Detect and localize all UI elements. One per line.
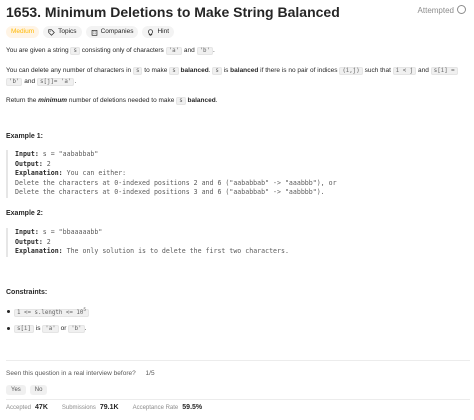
problem-title[interactable]: 1653. Minimum Deletions to Make String B… bbox=[6, 4, 340, 20]
output-value: 2 bbox=[42, 237, 51, 246]
inline-code: s bbox=[176, 97, 186, 105]
yes-button[interactable]: Yes bbox=[6, 385, 26, 395]
example-2-heading: Example 2: bbox=[6, 210, 43, 217]
inline-code: s bbox=[212, 67, 222, 75]
difficulty-badge: Medium bbox=[6, 26, 40, 38]
output-label: Output: bbox=[15, 159, 43, 168]
text: is bbox=[35, 324, 41, 332]
inline-code: s bbox=[70, 47, 80, 55]
survey-progress: 1/5 bbox=[145, 370, 155, 377]
inline-code: s bbox=[132, 67, 143, 75]
input-label: Input: bbox=[15, 228, 39, 236]
description-paragraph-2-cont: 'b' and s[j]= 'a'. bbox=[6, 77, 76, 87]
explanation-line: Delete the characters at 0-indexed posit… bbox=[15, 178, 337, 187]
text: to make bbox=[144, 67, 168, 74]
survey-question: Seen this question in a real interview b… bbox=[6, 370, 136, 377]
inline-code: 1 <= s.length <= 105 bbox=[14, 308, 90, 317]
building-icon bbox=[91, 29, 97, 36]
inline-code: s[i] = bbox=[430, 67, 458, 75]
interview-survey: Seen this question in a real interview b… bbox=[6, 370, 155, 377]
title-row: 1653. Minimum Deletions to Make String B… bbox=[6, 4, 470, 24]
submissions-value: 79.1K bbox=[99, 404, 119, 411]
status-label: Attempted bbox=[417, 6, 454, 15]
text: . bbox=[208, 67, 211, 74]
inline-code: 'a' bbox=[42, 324, 59, 333]
text: if there is no pair of indices bbox=[260, 67, 338, 74]
description-paragraph-2: You can delete any number of characters … bbox=[6, 66, 458, 76]
input-label: Input: bbox=[15, 150, 39, 158]
text: and bbox=[183, 47, 195, 54]
text: Return the bbox=[6, 97, 37, 104]
explanation-label: Explanation: bbox=[15, 247, 63, 256]
topics-label: Topics bbox=[58, 28, 77, 35]
inline-code: (i,j) bbox=[339, 67, 363, 75]
explanation-value: The only solution is to delete the first… bbox=[62, 247, 289, 256]
companies-button[interactable]: Companies bbox=[85, 26, 139, 38]
superscript: 5 bbox=[83, 308, 87, 313]
tag-icon bbox=[48, 28, 55, 36]
accepted-label: Accepted bbox=[6, 405, 32, 411]
inline-code: i < j bbox=[392, 67, 417, 75]
divider bbox=[6, 360, 470, 361]
companies-label: Companies bbox=[100, 28, 134, 35]
inline-code: 'a' bbox=[165, 47, 183, 55]
input-value: s = "aababbab" bbox=[38, 150, 99, 158]
input-value: s = "bbaaaaabb" bbox=[38, 228, 103, 236]
text: and bbox=[418, 67, 429, 74]
lightbulb-icon bbox=[148, 28, 154, 36]
constraint-item: 1 <= s.length <= 105 bbox=[6, 306, 90, 318]
no-button[interactable]: No bbox=[29, 385, 48, 395]
bold-text: balanced bbox=[180, 67, 209, 74]
explanation-value: You can either: bbox=[62, 169, 127, 178]
attempted-icon bbox=[457, 5, 466, 15]
text: . bbox=[74, 78, 77, 85]
text: consisting only of characters bbox=[81, 47, 164, 54]
emphasis-text: minimum bbox=[38, 97, 68, 104]
inline-code: 'b' bbox=[196, 47, 214, 55]
example-2-block: Input: s = "bbaaaaabb" Output: 2 Explana… bbox=[6, 228, 289, 257]
explanation-label: Explanation: bbox=[15, 169, 63, 178]
constraints-heading: Constraints: bbox=[6, 289, 48, 296]
hint-label: Hint bbox=[157, 28, 170, 35]
stats-row: Accepted 47K Submissions 79.1K Acceptanc… bbox=[6, 404, 212, 411]
text: such that bbox=[364, 67, 391, 74]
tag-row: Medium Topics Companies Hint bbox=[6, 26, 175, 38]
inline-code: s[i] bbox=[14, 324, 34, 333]
description-paragraph-1: You are given a string s consisting only… bbox=[6, 46, 215, 56]
hint-button[interactable]: Hint bbox=[142, 26, 175, 38]
acceptance-rate-label: Acceptance Rate bbox=[132, 405, 179, 411]
text: . bbox=[213, 47, 215, 54]
inline-code: 'b' bbox=[68, 324, 85, 333]
output-value: 2 bbox=[42, 159, 51, 168]
accepted-value: 47K bbox=[35, 404, 48, 411]
inline-code: s bbox=[169, 67, 179, 75]
difficulty-label: Medium bbox=[11, 28, 35, 35]
text: and bbox=[24, 78, 36, 85]
inline-code: 'b' bbox=[6, 78, 23, 86]
acceptance-rate-value: 59.5% bbox=[182, 404, 203, 411]
divider bbox=[6, 399, 470, 400]
topics-button[interactable]: Topics bbox=[43, 26, 82, 38]
text: . bbox=[84, 324, 87, 332]
text: number of deletions needed to make bbox=[68, 97, 175, 104]
inline-code: s[j]= 'a' bbox=[36, 78, 75, 86]
submissions-label: Submissions bbox=[61, 405, 96, 411]
bold-text: balanced bbox=[187, 97, 216, 104]
text: is bbox=[223, 67, 229, 74]
status-attempted: Attempted bbox=[417, 5, 466, 15]
text: You are given a string bbox=[6, 47, 69, 54]
explanation-line: Delete the characters at 0-indexed posit… bbox=[15, 188, 325, 197]
text: You can delete any number of characters … bbox=[6, 67, 132, 74]
output-label: Output: bbox=[15, 237, 43, 246]
constraint-item: s[i] is 'a' or 'b'. bbox=[6, 324, 89, 334]
constraint-text: 1 <= s.length <= 10 bbox=[17, 309, 84, 316]
constraints-list: 1 <= s.length <= 105 s[i] is 'a' or 'b'. bbox=[6, 306, 90, 340]
survey-buttons: Yes No bbox=[6, 385, 48, 395]
example-1-block: Input: s = "aababbab" Output: 2 Explanat… bbox=[6, 150, 337, 198]
text: . bbox=[215, 97, 218, 104]
bold-text: balanced bbox=[230, 67, 259, 74]
text: or bbox=[60, 324, 67, 332]
description-paragraph-3: Return the minimum number of deletions n… bbox=[6, 96, 218, 106]
example-1-heading: Example 1: bbox=[6, 133, 43, 140]
